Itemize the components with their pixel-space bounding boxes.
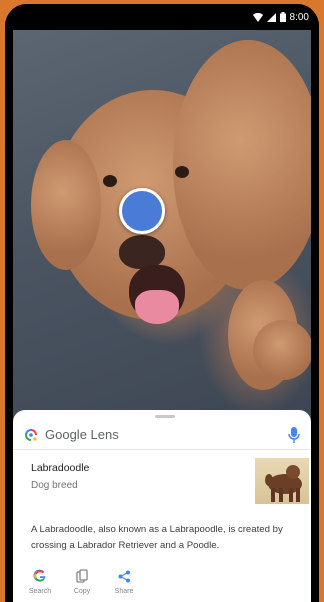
phone-frame: 8:00 Google Lens Labradoodle Dog breed A… xyxy=(5,4,319,602)
status-bar: 8:00 xyxy=(5,4,319,30)
search-action-button[interactable]: Search xyxy=(25,568,55,595)
copy-icon xyxy=(74,568,90,584)
camera-viewfinder[interactable] xyxy=(13,30,311,420)
lens-dot-icon[interactable] xyxy=(119,188,165,234)
share-icon xyxy=(116,568,132,584)
dog-ear-left xyxy=(31,140,101,270)
share-action-label: Share xyxy=(114,588,134,595)
dog-tongue xyxy=(135,290,179,324)
copy-action-label: Copy xyxy=(73,588,91,595)
dog-eye-left xyxy=(103,175,117,187)
share-action-button[interactable]: Share xyxy=(109,568,139,595)
dog-thumbnail-image xyxy=(265,465,302,502)
google-g-icon xyxy=(32,568,48,584)
result-description: A Labradoodle, also known as a Labrapood… xyxy=(31,524,283,551)
result-thumbnail[interactable] xyxy=(255,458,309,504)
status-time: 8:00 xyxy=(289,11,309,23)
lens-result-sheet[interactable]: Google Lens Labradoodle Dog breed A Labr… xyxy=(13,410,311,602)
action-bar: Search Copy Share xyxy=(25,568,139,595)
dog-paw xyxy=(253,320,311,380)
lens-app-title: Google Lens xyxy=(45,427,119,442)
lens-logo-icon xyxy=(25,428,37,441)
dog-body xyxy=(173,40,311,290)
copy-action-button[interactable]: Copy xyxy=(67,568,97,595)
microphone-icon[interactable] xyxy=(287,426,301,444)
dog-nose xyxy=(119,235,165,269)
dog-eye-right xyxy=(175,166,189,178)
search-action-label: Search xyxy=(28,588,52,595)
lens-header: Google Lens xyxy=(13,420,311,450)
result-title[interactable]: Labradoodle xyxy=(31,462,89,474)
wifi-icon xyxy=(252,12,263,22)
result-subtitle: Dog breed xyxy=(31,480,78,491)
battery-icon xyxy=(279,12,286,22)
signal-icon xyxy=(266,12,276,22)
drag-handle[interactable] xyxy=(155,415,175,418)
